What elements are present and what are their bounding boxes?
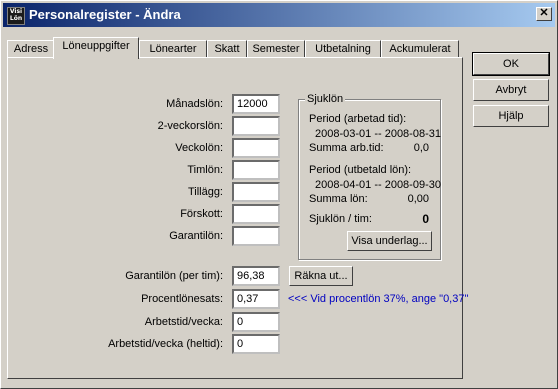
sum-salary-label: Summa lön: <box>309 193 368 205</box>
weekly-hours-label: Arbetstid/vecka: <box>144 316 223 328</box>
close-icon[interactable]: ✕ <box>536 7 552 21</box>
weekly-hours-field[interactable]: 0 <box>232 312 280 332</box>
percent-rate-field[interactable]: 0,37 <box>232 289 280 309</box>
hourly-salary-field[interactable] <box>232 160 280 180</box>
supplement-label: Tillägg: <box>187 186 223 198</box>
advance-field[interactable] <box>232 204 280 224</box>
monthly-salary-field[interactable]: 12000 <box>232 94 280 114</box>
weekly-hours-fulltime-field[interactable]: 0 <box>232 334 280 354</box>
tab-lonearter[interactable]: Lönearter <box>139 40 207 58</box>
biweekly-salary-field[interactable] <box>232 116 280 136</box>
tab-skatt[interactable]: Skatt <box>207 40 247 58</box>
show-basis-button[interactable]: Visa underlag... <box>347 231 432 251</box>
supplement-field[interactable] <box>232 182 280 202</box>
biweekly-salary-label: 2-veckorslön: <box>157 120 223 132</box>
app-icon: Visi Lön <box>7 7 25 25</box>
cancel-button[interactable]: Avbryt <box>473 79 549 101</box>
percent-rate-label: Procentlönesats: <box>141 293 223 305</box>
tab-adress[interactable]: Adress <box>7 40 55 58</box>
weekly-salary-label: Veckolön: <box>175 142 223 154</box>
percent-hint: <<< Vid procentlön 37%, ange "0,37" <box>288 293 469 305</box>
tab-utbetalning[interactable]: Utbetalning <box>305 40 381 58</box>
title-bar[interactable]: Visi Lön Personalregister - Ändra ✕ <box>3 3 555 27</box>
period-paid-label: Period (utbetald lön): <box>309 164 412 176</box>
dialog-window: Visi Lön Personalregister - Ändra ✕ Adres… <box>0 0 558 389</box>
period-paid-range: 2008-04-01 -- 2008-09-30 <box>315 179 441 191</box>
sick-pay-per-hour-label: Sjuklön / tim: <box>309 213 372 225</box>
period-worked-range: 2008-03-01 -- 2008-08-31 <box>315 128 441 140</box>
sum-worktime-label: Summa arb.tid: <box>309 142 384 154</box>
help-button[interactable]: Hjälp <box>473 105 549 127</box>
tab-ackumulerat[interactable]: Ackumulerat <box>381 40 459 58</box>
guarantee-per-hour-label: Garantilön (per tim): <box>125 270 223 282</box>
sick-pay-title: Sjuklön <box>305 93 346 105</box>
sum-worktime-value: 0,0 <box>413 142 429 154</box>
tab-semester[interactable]: Semester <box>247 40 305 58</box>
sum-salary-value: 0,00 <box>407 193 429 205</box>
window-title: Personalregister - Ändra <box>29 7 181 22</box>
guarantee-salary-label: Garantilön: <box>169 230 223 242</box>
tab-loneuppgifter[interactable]: Löneuppgifter <box>53 37 139 59</box>
advance-label: Förskott: <box>180 208 223 220</box>
sick-pay-per-hour-value: 0 <box>422 212 429 226</box>
guarantee-per-hour-field[interactable]: 96,38 <box>232 266 280 286</box>
hourly-salary-label: Timlön: <box>187 164 223 176</box>
period-worked-label: Period (arbetad tid): <box>309 113 407 125</box>
weekly-hours-fulltime-label: Arbetstid/vecka (heltid): <box>108 338 223 350</box>
guarantee-salary-field[interactable] <box>232 226 280 246</box>
weekly-salary-field[interactable] <box>232 138 280 158</box>
ok-button[interactable]: OK <box>472 52 550 76</box>
monthly-salary-label: Månadslön: <box>166 98 223 110</box>
calculate-button[interactable]: Räkna ut... <box>289 266 353 286</box>
